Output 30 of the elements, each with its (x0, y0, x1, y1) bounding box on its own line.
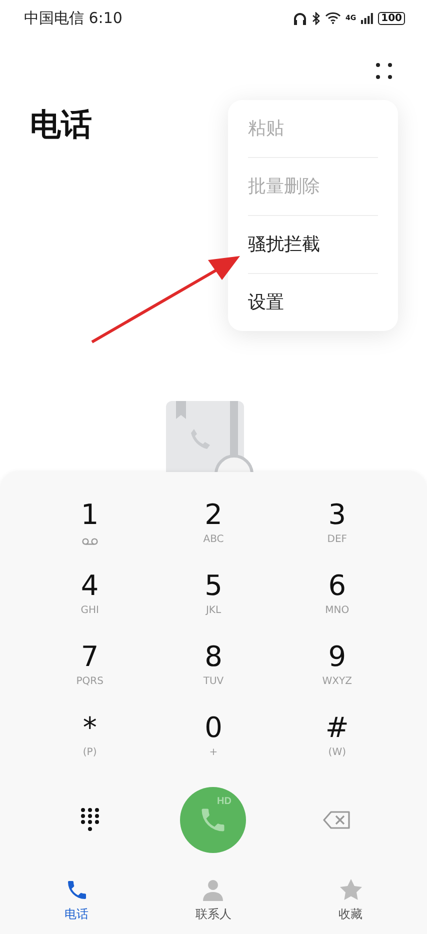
nav-tab[interactable]: 收藏 (282, 878, 419, 923)
carrier-time: 中国电信 6:10 (24, 8, 122, 28)
backspace-icon[interactable] (323, 811, 352, 829)
bluetooth-icon (312, 12, 320, 24)
dial-key[interactable]: 8 TUV (152, 640, 276, 711)
dial-key[interactable]: * (P) (28, 711, 152, 782)
dial-key[interactable]: 9 WXYZ (275, 640, 399, 711)
dial-key[interactable]: 7 PQRS (28, 640, 152, 711)
menu-item[interactable]: 骚扰拦截 (248, 216, 378, 274)
wifi-icon (324, 12, 340, 24)
headphones-icon (292, 12, 306, 24)
dial-key[interactable]: 5 JKL (152, 569, 276, 640)
voicemail-icon (82, 538, 98, 545)
star-icon (338, 878, 362, 902)
dial-key[interactable]: 0 + (152, 711, 276, 782)
nav-tab[interactable]: 电话 (8, 878, 145, 923)
signal-icon (361, 12, 374, 24)
dialpad-icon[interactable] (80, 807, 100, 833)
dial-key[interactable]: 6 MNO (275, 569, 399, 640)
battery-indicator: 100 (378, 12, 405, 24)
more-icon[interactable] (375, 62, 393, 80)
dial-key[interactable]: # (W) (275, 711, 399, 782)
dial-key[interactable]: 1 (28, 498, 152, 569)
dial-key[interactable]: 2 ABC (152, 498, 276, 569)
page-title: 电话 (30, 106, 92, 145)
person-icon (202, 878, 226, 902)
dial-key[interactable]: 4 GHI (28, 569, 152, 640)
nav-tab[interactable]: 联系人 (145, 878, 282, 923)
menu-item[interactable]: 设置 (248, 274, 378, 331)
dial-key[interactable]: 3 DEF (275, 498, 399, 569)
